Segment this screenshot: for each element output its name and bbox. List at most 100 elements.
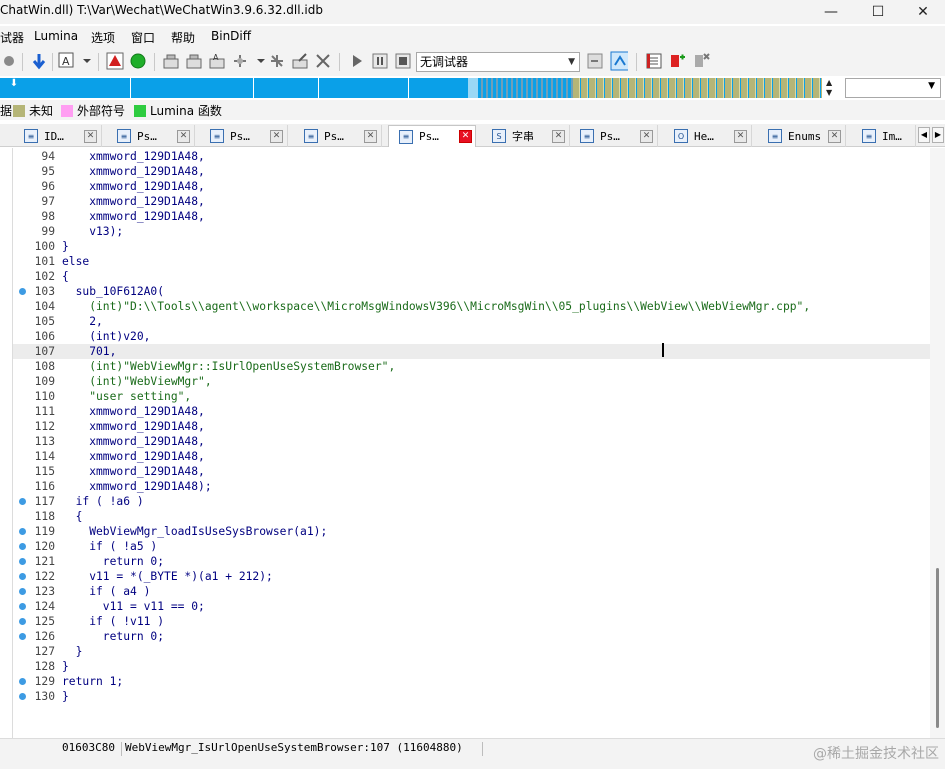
code-line[interactable]: 125 if ( !v11 ) — [13, 614, 931, 629]
code-line[interactable]: 124 v11 = v11 == 0; — [13, 599, 931, 614]
maximize-button[interactable]: ☐ — [855, 0, 901, 24]
menu-lumina[interactable]: Lumina — [34, 29, 78, 43]
close-icon[interactable]: ✕ — [364, 129, 377, 143]
pause-icon[interactable] — [371, 52, 389, 70]
plugin-icon[interactable] — [268, 52, 286, 70]
green-circle-icon[interactable] — [129, 52, 147, 70]
code-line[interactable]: 94 xmmword_129D1A48, — [13, 149, 931, 164]
code-line[interactable]: 102 { — [13, 269, 931, 284]
code-icon[interactable] — [162, 52, 180, 70]
code-line[interactable]: 117 if ( !a6 ) — [13, 494, 931, 509]
struct-icon[interactable] — [231, 52, 249, 70]
menu-options[interactable]: 选项 — [91, 29, 115, 46]
breakpoint-dot-icon[interactable] — [19, 603, 26, 610]
navigate-icon[interactable] — [0, 52, 18, 70]
code-line[interactable]: 130} — [13, 689, 931, 704]
list-icon[interactable] — [645, 52, 663, 70]
code-line[interactable]: 128} — [13, 659, 931, 674]
chevron-down-icon[interactable] — [78, 52, 96, 70]
breakpoint-dot-icon[interactable] — [19, 618, 26, 625]
delete-icon[interactable] — [314, 52, 332, 70]
stop-icon[interactable] — [394, 52, 412, 70]
breakpoint-dot-icon[interactable] — [19, 558, 26, 565]
close-icon[interactable]: ✕ — [459, 130, 472, 143]
tab-scroll-right[interactable]: ▶ — [932, 127, 944, 143]
tab-hex-view[interactable]: O He… ✕ — [664, 125, 752, 147]
tab-pseudocode-a[interactable]: ≡ Ps… ✕ — [107, 125, 195, 147]
code-line[interactable]: 104 (int)"D:\\Tools\\agent\\workspace\\M… — [13, 299, 931, 314]
text-view-icon[interactable]: A — [58, 52, 76, 70]
code-line[interactable]: 116 xmmword_129D1A48); — [13, 479, 931, 494]
code-line[interactable]: 101 else — [13, 254, 931, 269]
close-icon[interactable]: ✕ — [552, 129, 565, 143]
arrow-down-icon[interactable] — [30, 52, 48, 70]
code-line[interactable]: 115 xmmword_129D1A48, — [13, 464, 931, 479]
code-line[interactable]: 127 } — [13, 644, 931, 659]
code-line[interactable]: 97 xmmword_129D1A48, — [13, 194, 931, 209]
code-line[interactable]: 123 if ( a4 ) — [13, 584, 931, 599]
breakpoint-dot-icon[interactable] — [19, 543, 26, 550]
close-icon[interactable]: ✕ — [177, 129, 190, 143]
code-line[interactable]: 95 xmmword_129D1A48, — [13, 164, 931, 179]
code-line[interactable]: 119 WebViewMgr_loadIsUseSysBrowser(a1); — [13, 524, 931, 539]
code-line[interactable]: 129 return 1; — [13, 674, 931, 689]
tab-pseudocode-c[interactable]: ≡ Ps… ✕ — [294, 125, 382, 147]
data-icon[interactable] — [185, 52, 203, 70]
code-line[interactable]: 105 2, — [13, 314, 931, 329]
breakpoint-dot-icon[interactable] — [19, 588, 26, 595]
tab-pseudocode-d[interactable]: ≡ Ps… ✕ — [388, 125, 476, 147]
menu-help[interactable]: 帮助 — [171, 29, 195, 46]
nav-combo[interactable]: ▼ — [845, 78, 941, 98]
minimize-button[interactable]: — — [808, 0, 854, 24]
tab-pseudocode-e[interactable]: ≡ Ps… ✕ — [570, 125, 658, 147]
code-line[interactable]: 109 (int)"WebViewMgr", — [13, 374, 931, 389]
code-line[interactable]: 111 xmmword_129D1A48, — [13, 404, 931, 419]
breakpoint-dot-icon[interactable] — [19, 678, 26, 685]
close-window-button[interactable]: ✕ — [900, 0, 945, 24]
scrollbar-thumb[interactable] — [936, 568, 939, 728]
code-line[interactable]: 126 return 0; — [13, 629, 931, 644]
nav-scroll-arrows[interactable]: ▲ ▼ — [826, 78, 832, 98]
breakpoint-dot-icon[interactable] — [19, 573, 26, 580]
play-icon[interactable] — [348, 52, 366, 70]
code-line[interactable]: 121 return 0; — [13, 554, 931, 569]
menu-debugger[interactable]: 试器 — [0, 29, 24, 46]
code-line[interactable]: 108 (int)"WebViewMgr::IsUrlOpenUseSystem… — [13, 359, 931, 374]
breakpoint-dot-icon[interactable] — [19, 528, 26, 535]
breakpoint-dot-icon[interactable] — [19, 633, 26, 640]
breakpoint-dot-icon[interactable] — [19, 288, 26, 295]
menu-bindiff[interactable]: BinDiff — [211, 29, 251, 43]
string-icon[interactable]: A — [208, 52, 226, 70]
tab-imports[interactable]: ≡ Im… — [852, 125, 916, 147]
code-line[interactable]: 103 sub_10F612A0( — [13, 284, 931, 299]
tab-enums[interactable]: ≡ Enums ✕ — [758, 125, 846, 147]
code-line[interactable]: 107 701, — [13, 344, 931, 359]
code-line[interactable]: 112 xmmword_129D1A48, — [13, 419, 931, 434]
breakpoint-dot-icon[interactable] — [19, 498, 26, 505]
code-line[interactable]: 118 { — [13, 509, 931, 524]
tab-strings[interactable]: S 字串 ✕ — [482, 125, 570, 147]
close-icon[interactable]: ✕ — [84, 129, 97, 143]
code-line[interactable]: 120 if ( !a5 ) — [13, 539, 931, 554]
step-into-icon[interactable] — [586, 52, 604, 70]
navigation-band[interactable]: ⬇ — [0, 78, 822, 98]
menu-window[interactable]: 窗口 — [131, 29, 155, 46]
close-icon[interactable]: ✕ — [828, 129, 841, 143]
breakpoint-add-icon[interactable] — [668, 52, 686, 70]
code-line[interactable]: 100} — [13, 239, 931, 254]
breakpoint-dot-icon[interactable] — [19, 693, 26, 700]
code-line[interactable]: 99 v13); — [13, 224, 931, 239]
code-line[interactable]: 106 (int)v20, — [13, 329, 931, 344]
close-icon[interactable]: ✕ — [734, 129, 747, 143]
vertical-scrollbar[interactable] — [930, 148, 945, 738]
tab-scroll-left[interactable]: ◀ — [918, 127, 930, 143]
code-line[interactable]: 98 xmmword_129D1A48, — [13, 209, 931, 224]
tab-ida-view[interactable]: ≡ ID… ✕ — [14, 125, 102, 147]
tab-pseudocode-b[interactable]: ≡ Ps… ✕ — [200, 125, 288, 147]
breakpoint-remove-icon[interactable] — [692, 52, 710, 70]
pseudocode-view[interactable]: 94 xmmword_129D1A48, 95 xmmword_129D1A48,… — [12, 148, 931, 738]
step-over-icon[interactable] — [610, 51, 628, 71]
code-line[interactable]: 96 xmmword_129D1A48, — [13, 179, 931, 194]
close-icon[interactable]: ✕ — [640, 129, 653, 143]
code-line[interactable]: 114 xmmword_129D1A48, — [13, 449, 931, 464]
